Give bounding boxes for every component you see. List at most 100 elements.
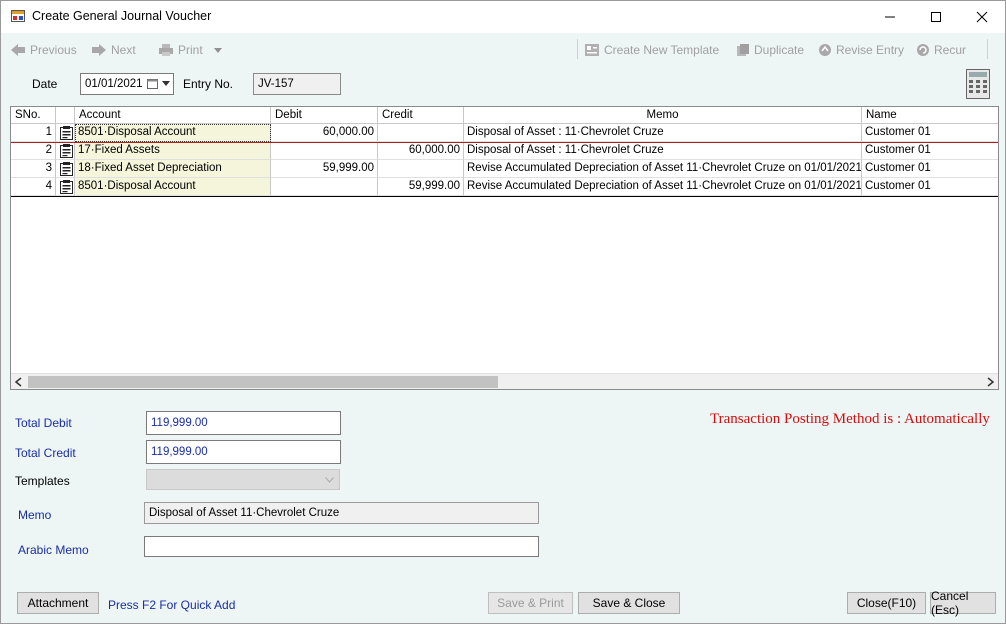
scrollbar-thumb[interactable] [28, 376, 498, 388]
grid-header: SNo. Account Debit Credit Memo Name [11, 107, 998, 124]
total-credit-value: 119,999.00 [151, 446, 208, 458]
cell-credit[interactable]: 59,999.00 [378, 178, 464, 196]
recur-icon [917, 44, 929, 56]
revise-entry-button[interactable]: Revise Entry [818, 41, 904, 59]
clipboard-icon [60, 126, 73, 140]
cell-sno[interactable]: 2 [11, 142, 56, 160]
revise-entry-label: Revise Entry [836, 43, 905, 57]
create-template-button[interactable]: Create New Template [584, 41, 719, 59]
table-row[interactable]: 4 8501·Disposal Account 59,999.00 Revise Ac… [11, 178, 998, 196]
attachment-button[interactable]: Attachment [17, 592, 99, 614]
cell-debit[interactable] [271, 178, 378, 196]
arabic-memo-field[interactable] [144, 536, 539, 557]
total-credit-label: Total Credit [15, 446, 76, 460]
row-detail-icon[interactable] [56, 142, 75, 160]
entry-no-field: JV-157 [253, 73, 341, 95]
cell-account[interactable]: 8501·Disposal Account [75, 124, 271, 142]
close-icon [976, 11, 988, 23]
cell-account[interactable]: 8501·Disposal Account [75, 178, 271, 196]
duplicate-label: Duplicate [754, 43, 805, 57]
memo-value: Disposal of Asset 11·Chevrolet Cruze [149, 507, 340, 519]
column-header-debit[interactable]: Debit [271, 107, 378, 124]
memo-field[interactable]: Disposal of Asset 11·Chevrolet Cruze [144, 502, 539, 524]
entry-no-value: JV-157 [258, 78, 294, 90]
create-template-label: Create New Template [604, 43, 720, 57]
minimize-icon [885, 16, 895, 18]
toolbar-separator [577, 39, 578, 59]
revise-icon [819, 44, 831, 56]
save-close-button[interactable]: Save & Close [578, 592, 680, 614]
previous-label: Previous [30, 43, 77, 57]
cell-memo[interactable]: Disposal of Asset : 11·Chevrolet Cruze [464, 124, 862, 142]
close-window-button[interactable] [959, 1, 1005, 33]
cell-sno[interactable]: 4 [11, 178, 56, 196]
scroll-left-icon[interactable] [11, 374, 27, 390]
cell-account[interactable]: 18·Fixed Asset Depreciation [75, 160, 271, 178]
cell-credit[interactable] [378, 160, 464, 178]
previous-button[interactable]: Previous [10, 41, 77, 59]
maximize-button[interactable] [913, 1, 959, 33]
date-picker[interactable]: 01/01/2021 [80, 73, 174, 95]
calculator-icon[interactable] [966, 69, 990, 99]
arrow-right-icon [92, 44, 106, 56]
cell-sno[interactable]: 3 [11, 160, 56, 178]
quick-add-hint: Press F2 For Quick Add [108, 598, 236, 612]
cell-memo[interactable]: Revise Accumulated Depreciation of Asset… [464, 178, 862, 196]
clipboard-icon [60, 144, 73, 158]
dropdown-arrow-icon [213, 48, 222, 53]
table-row[interactable]: 3 18·Fixed Asset Depreciation 59,999.00 Rev… [11, 160, 998, 178]
horizontal-scrollbar[interactable] [11, 373, 998, 389]
cell-sno[interactable]: 1 [11, 124, 56, 142]
cell-account[interactable]: 17·Fixed Assets [75, 142, 271, 160]
clipboard-icon [60, 180, 73, 194]
table-row[interactable]: 1 8501·Disposal Account 60,000.00 Disposal … [11, 124, 998, 142]
duplicate-button[interactable]: Duplicate [736, 41, 804, 59]
next-label: Next [111, 43, 136, 57]
next-button[interactable]: Next [91, 41, 136, 59]
cell-credit[interactable]: 60,000.00 [378, 142, 464, 160]
total-debit-field: 119,999.00 [146, 411, 341, 435]
toolbar: Previous Next Print Create New Template … [1, 33, 1005, 65]
save-print-button[interactable]: Save & Print [488, 592, 573, 614]
maximize-icon [931, 12, 941, 22]
print-button[interactable]: Print [158, 41, 223, 59]
cancel-button[interactable]: Cancel (Esc) [930, 589, 996, 617]
column-header-credit[interactable]: Credit [378, 107, 464, 124]
column-header-sno[interactable]: SNo. [11, 107, 56, 124]
cell-name[interactable]: Customer 01 [862, 124, 998, 142]
minimize-button[interactable] [867, 1, 913, 33]
table-row[interactable]: 2 17·Fixed Assets 60,000.00 Disposal of Ass… [11, 142, 998, 160]
close-button[interactable]: Close(F10) [847, 592, 926, 614]
column-header-name[interactable]: Name [862, 107, 998, 124]
total-debit-label: Total Debit [15, 416, 72, 430]
templates-select[interactable] [146, 469, 340, 490]
toolbar-separator [987, 39, 988, 59]
recur-label: Recur [934, 43, 967, 57]
total-debit-value: 119,999.00 [151, 417, 208, 429]
cell-debit[interactable] [271, 142, 378, 160]
cell-debit[interactable]: 59,999.00 [271, 160, 378, 178]
cell-name[interactable]: Customer 01 [862, 178, 998, 196]
cell-name[interactable]: Customer 01 [862, 142, 998, 160]
cell-memo[interactable]: Revise Accumulated Depreciation of Asset… [464, 160, 862, 178]
cell-debit[interactable]: 60,000.00 [271, 124, 378, 142]
row-detail-icon[interactable] [56, 124, 75, 142]
journal-voucher-window: Create General Journal Voucher Previous … [0, 0, 1006, 624]
chevron-down-icon [162, 81, 170, 86]
clipboard-icon [60, 162, 73, 176]
template-icon [585, 44, 599, 56]
column-header-memo[interactable]: Memo [464, 107, 862, 124]
row-detail-icon[interactable] [56, 178, 75, 196]
recur-button[interactable]: Recur [916, 41, 966, 59]
cell-name[interactable]: Customer 01 [862, 160, 998, 178]
chevron-down-icon [325, 477, 334, 483]
journal-lines-grid[interactable]: SNo. Account Debit Credit Memo Name 1 850… [10, 106, 999, 390]
arrow-left-icon [11, 44, 25, 56]
row-detail-icon[interactable] [56, 160, 75, 178]
scroll-right-icon[interactable] [982, 374, 998, 390]
cell-memo[interactable]: Disposal of Asset : 11·Chevrolet Cruze [464, 142, 862, 160]
app-icon [11, 10, 25, 22]
cell-credit[interactable] [378, 124, 464, 142]
column-header-account[interactable]: Account [75, 107, 271, 124]
print-label: Print [178, 43, 203, 57]
